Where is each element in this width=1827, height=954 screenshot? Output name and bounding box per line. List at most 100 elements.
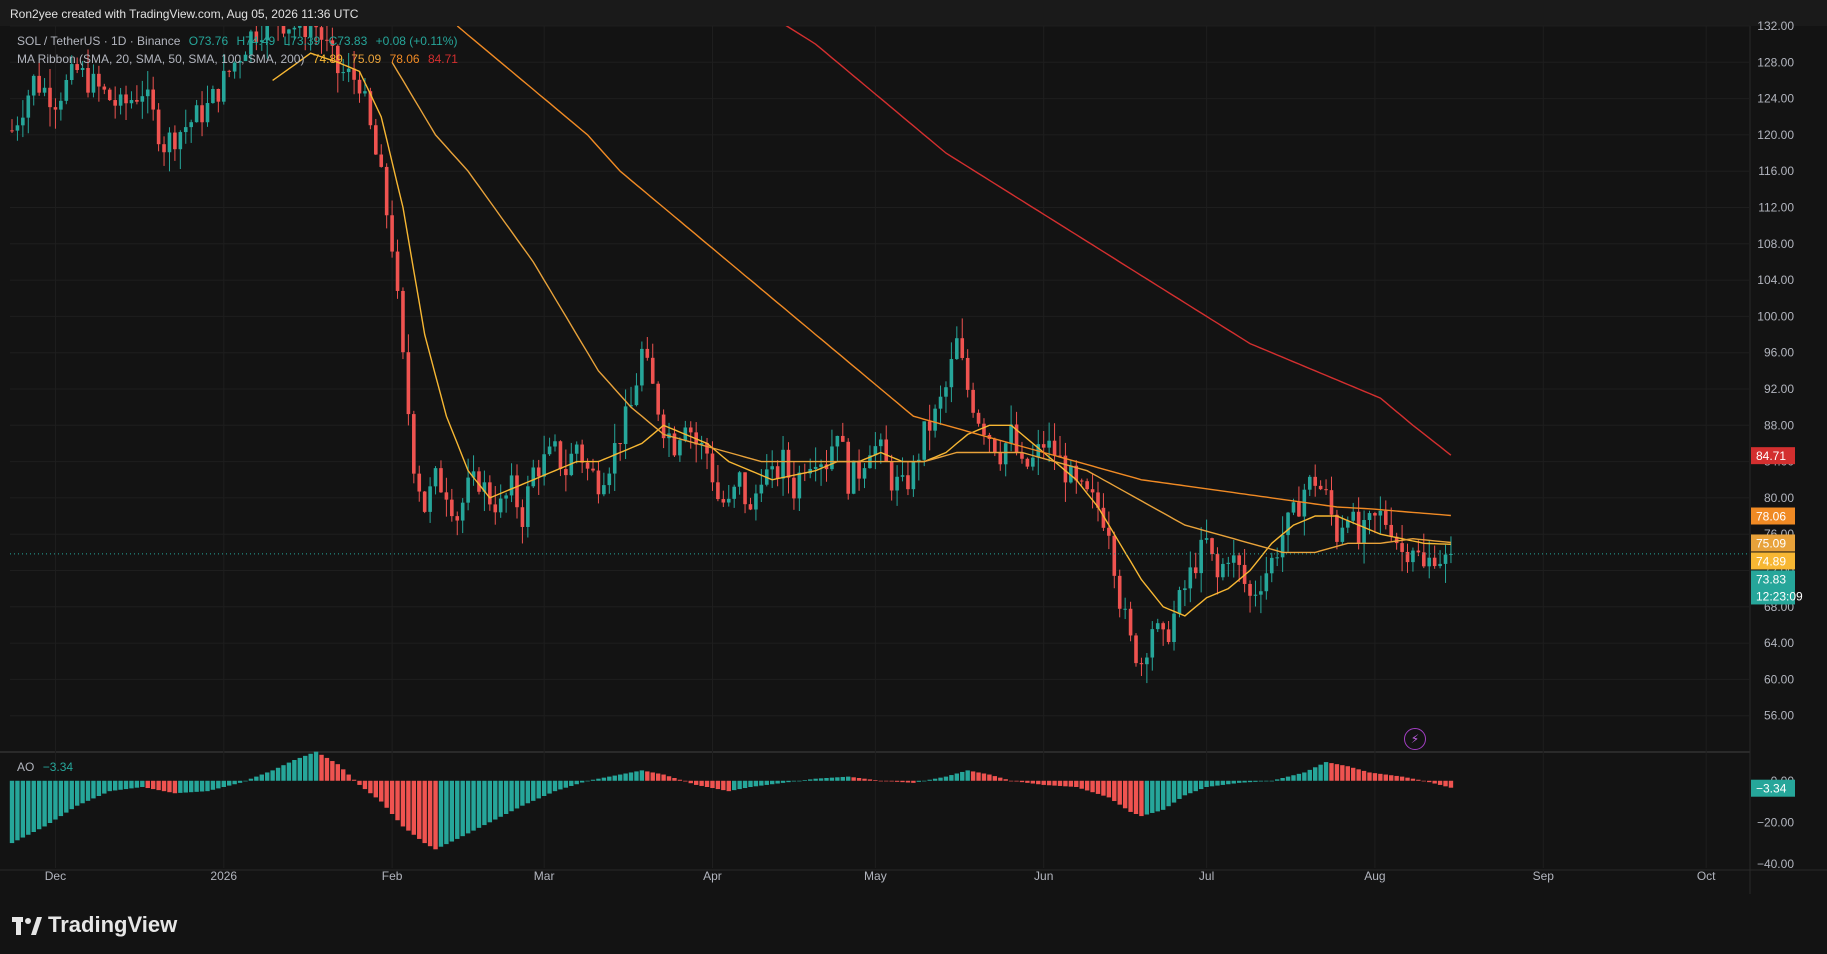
candle-body[interactable] — [846, 441, 851, 494]
candle-body[interactable] — [1253, 594, 1258, 596]
candle-body[interactable] — [1318, 485, 1323, 490]
candle-body[interactable] — [1416, 550, 1421, 553]
candle-body[interactable] — [1107, 527, 1111, 536]
candle-body[interactable] — [927, 421, 932, 431]
candle-body[interactable] — [553, 441, 557, 447]
candle-body[interactable] — [460, 502, 465, 521]
candle-body[interactable] — [1264, 573, 1269, 592]
candle-body[interactable] — [879, 439, 883, 447]
ma-ribbon-legend[interactable]: MA Ribbon (SMA, 20, SMA, 50, SMA, 100, S… — [17, 52, 463, 66]
candle-body[interactable] — [515, 475, 519, 508]
candle-body[interactable] — [1210, 538, 1214, 555]
candle-body[interactable] — [1324, 489, 1328, 491]
candle-body[interactable] — [1411, 550, 1415, 563]
candle-body[interactable] — [178, 132, 183, 150]
candle-body[interactable] — [314, 26, 318, 28]
candle-body[interactable] — [1052, 440, 1057, 456]
candle-body[interactable] — [1373, 513, 1377, 516]
candle-body[interactable] — [42, 87, 47, 93]
candle-body[interactable] — [580, 444, 584, 463]
candle-body[interactable] — [1177, 590, 1182, 614]
candle-body[interactable] — [976, 412, 981, 424]
candle-body[interactable] — [145, 89, 150, 97]
candle-body[interactable] — [960, 338, 965, 358]
candle-body[interactable] — [1335, 514, 1339, 542]
candle-body[interactable] — [650, 357, 655, 384]
candle-body[interactable] — [1362, 520, 1366, 544]
candle-body[interactable] — [1248, 583, 1252, 596]
candle-body[interactable] — [607, 473, 612, 486]
candle-body[interactable] — [1221, 563, 1225, 578]
candle-body[interactable] — [906, 475, 910, 490]
candle-body[interactable] — [1090, 489, 1095, 493]
candle-body[interactable] — [830, 446, 834, 470]
candle-body[interactable] — [520, 507, 525, 527]
candle-body[interactable] — [911, 462, 916, 490]
candle-body[interactable] — [450, 499, 454, 517]
candle-body[interactable] — [26, 95, 31, 118]
candle-body[interactable] — [564, 469, 568, 476]
candle-body[interactable] — [1155, 623, 1160, 630]
candle-body[interactable] — [59, 100, 63, 110]
candle-body[interactable] — [488, 482, 492, 505]
candle-body[interactable] — [1297, 502, 1301, 517]
candle-body[interactable] — [938, 396, 943, 409]
candle-body[interactable] — [1438, 563, 1442, 567]
candle-body[interactable] — [558, 441, 563, 470]
candle-body[interactable] — [547, 446, 552, 455]
candle-body[interactable] — [602, 485, 606, 495]
candle-body[interactable] — [1047, 440, 1051, 448]
candle-body[interactable] — [1128, 608, 1133, 636]
candle-body[interactable] — [933, 408, 937, 431]
candle-body[interactable] — [1231, 555, 1236, 563]
candle-body[interactable] — [162, 144, 166, 153]
candle-body[interactable] — [1009, 424, 1013, 444]
candle-body[interactable] — [840, 435, 845, 442]
candle-body[interactable] — [1422, 552, 1426, 567]
candle-body[interactable] — [982, 423, 986, 435]
candle-body[interactable] — [287, 29, 291, 34]
candle-body[interactable] — [444, 492, 449, 500]
candle-body[interactable] — [1199, 539, 1203, 574]
candle-body[interactable] — [21, 117, 25, 126]
symbol-label[interactable]: SOL / TetherUS · 1D · Binance — [17, 34, 180, 48]
candle-body[interactable] — [216, 89, 221, 102]
candle-body[interactable] — [1275, 557, 1279, 559]
candle-body[interactable] — [1383, 510, 1388, 525]
candle-body[interactable] — [477, 471, 481, 492]
candle-body[interactable] — [1400, 543, 1404, 552]
candle-body[interactable] — [433, 468, 438, 487]
candle-body[interactable] — [374, 125, 378, 155]
candle-body[interactable] — [770, 466, 774, 470]
candle-body[interactable] — [1031, 457, 1035, 467]
candle-body[interactable] — [346, 68, 351, 73]
candle-body[interactable] — [363, 91, 367, 94]
candle-body[interactable] — [743, 472, 747, 505]
candle-body[interactable] — [1215, 554, 1220, 578]
candle-body[interactable] — [1145, 657, 1149, 665]
candle-body[interactable] — [596, 470, 601, 495]
candle-body[interactable] — [1427, 557, 1432, 567]
candle-body[interactable] — [200, 105, 204, 123]
candle-body[interactable] — [173, 132, 177, 150]
candle-body[interactable] — [656, 383, 660, 415]
candle-body[interactable] — [80, 67, 85, 71]
candle-body[interactable] — [786, 449, 791, 478]
candle-body[interactable] — [1172, 613, 1176, 643]
candle-body[interactable] — [384, 166, 389, 216]
candle-body[interactable] — [900, 475, 905, 477]
candle-body[interactable] — [1340, 527, 1345, 542]
candle-body[interactable] — [183, 127, 188, 133]
candle-body[interactable] — [466, 477, 470, 503]
candle-body[interactable] — [292, 27, 297, 30]
candle-body[interactable] — [124, 94, 128, 104]
candle-body[interactable] — [851, 460, 856, 494]
candle-body[interactable] — [37, 75, 41, 93]
candle-body[interactable] — [1003, 443, 1008, 465]
candle-body[interactable] — [1079, 480, 1084, 482]
candle-body[interactable] — [781, 449, 785, 479]
candle-body[interactable] — [156, 109, 161, 145]
candle-body[interactable] — [91, 73, 96, 93]
candle-body[interactable] — [542, 454, 546, 477]
candle-body[interactable] — [949, 359, 954, 388]
